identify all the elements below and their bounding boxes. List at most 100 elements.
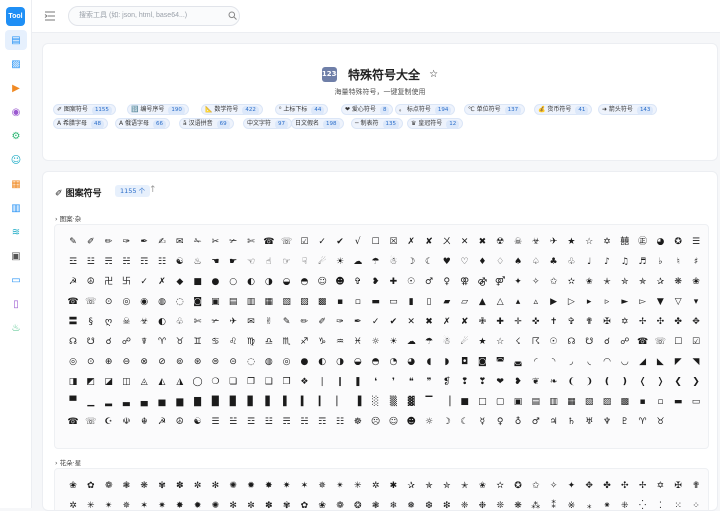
- symbol-cell[interactable]: ✌: [261, 314, 277, 330]
- symbol-cell[interactable]: ✻: [207, 478, 223, 494]
- symbol-cell[interactable]: ☈: [528, 334, 544, 350]
- symbol-cell[interactable]: ■: [457, 394, 473, 410]
- symbol-cell[interactable]: ▯: [421, 294, 437, 310]
- symbol-cell[interactable]: ☾: [421, 254, 437, 270]
- symbol-cell[interactable]: ▔: [421, 394, 437, 410]
- symbol-cell[interactable]: ⊝: [225, 354, 241, 370]
- symbol-cell[interactable]: ♐: [296, 334, 312, 350]
- symbol-cell[interactable]: ☻: [403, 414, 419, 430]
- category-tag[interactable]: 💰 货币符号41: [534, 104, 592, 115]
- symbol-cell[interactable]: ☞: [279, 254, 295, 270]
- symbol-cell[interactable]: ☫: [118, 414, 134, 430]
- symbol-cell[interactable]: ▇: [190, 394, 206, 410]
- symbol-cell[interactable]: ✿: [83, 478, 99, 494]
- symbol-cell[interactable]: ☬: [136, 414, 152, 430]
- symbol-cell[interactable]: ▅: [154, 394, 170, 410]
- symbol-cell[interactable]: ✕: [457, 234, 473, 250]
- symbol-cell[interactable]: ◡: [617, 354, 633, 370]
- symbol-cell[interactable]: ✓: [136, 274, 152, 290]
- symbol-cell[interactable]: □: [474, 394, 490, 410]
- symbol-cell[interactable]: ♉: [172, 334, 188, 350]
- symbol-cell[interactable]: ▪: [635, 394, 651, 410]
- symbol-cell[interactable]: ☉: [546, 334, 562, 350]
- symbol-cell[interactable]: ✖: [421, 314, 437, 330]
- symbol-cell[interactable]: ☟: [296, 254, 312, 270]
- symbol-cell[interactable]: ✷: [279, 478, 295, 494]
- symbol-cell[interactable]: ❭: [652, 374, 668, 390]
- symbol-cell[interactable]: ⚤: [492, 274, 508, 290]
- symbol-cell[interactable]: ⁂: [528, 498, 544, 511]
- symbol-cell[interactable]: ▥: [243, 294, 259, 310]
- symbol-cell[interactable]: §: [83, 314, 99, 330]
- symbol-cell[interactable]: ❉: [474, 498, 490, 511]
- symbol-cell[interactable]: ✱: [385, 478, 401, 494]
- symbol-cell[interactable]: ⁎: [581, 498, 597, 511]
- symbol-cell[interactable]: ✥: [581, 478, 597, 494]
- symbol-cell[interactable]: ✖: [474, 234, 490, 250]
- symbol-cell[interactable]: ✉: [172, 234, 188, 250]
- arrow-up-icon[interactable]: ↑: [149, 185, 157, 195]
- symbol-cell[interactable]: ❡: [439, 374, 455, 390]
- symbol-cell[interactable]: ✦: [510, 274, 526, 290]
- symbol-cell[interactable]: ✓: [314, 234, 330, 250]
- symbol-cell[interactable]: ◐: [314, 354, 330, 370]
- symbol-cell[interactable]: ▭: [688, 394, 704, 410]
- symbol-cell[interactable]: ☒: [385, 234, 401, 250]
- symbol-cell[interactable]: ☻: [332, 274, 348, 290]
- symbol-cell[interactable]: ❆: [421, 498, 437, 511]
- symbol-cell[interactable]: ◥: [688, 354, 704, 370]
- symbol-cell[interactable]: ▤: [528, 394, 544, 410]
- sidebar-item-terminal[interactable]: ▭: [5, 270, 27, 290]
- symbol-cell[interactable]: ✹: [243, 478, 259, 494]
- symbol-cell[interactable]: ◔: [385, 354, 401, 370]
- category-tag[interactable]: ā 汉语拼音69: [179, 118, 234, 129]
- symbol-cell[interactable]: ◖: [421, 354, 437, 370]
- symbol-cell[interactable]: ✗: [154, 274, 170, 290]
- symbol-cell[interactable]: ▪: [332, 294, 348, 310]
- symbol-cell[interactable]: ✴: [101, 498, 117, 511]
- symbol-cell[interactable]: ☲: [65, 254, 81, 270]
- symbol-cell[interactable]: ♠: [510, 254, 526, 270]
- symbol-cell[interactable]: ●: [207, 274, 223, 290]
- symbol-cell[interactable]: ❑: [261, 374, 277, 390]
- symbol-cell[interactable]: ❥: [368, 274, 384, 290]
- symbol-cell[interactable]: ☌: [101, 334, 117, 350]
- symbol-cell[interactable]: ❐: [243, 374, 259, 390]
- symbol-cell[interactable]: ⁙: [670, 498, 686, 511]
- category-tag[interactable]: 🔢 编号序号190: [127, 104, 189, 115]
- symbol-cell[interactable]: ✟: [688, 478, 704, 494]
- symbol-cell[interactable]: ▁: [83, 394, 99, 410]
- symbol-cell[interactable]: ❘: [314, 374, 330, 390]
- symbol-cell[interactable]: √: [350, 234, 366, 250]
- symbol-cell[interactable]: ☣: [528, 234, 544, 250]
- symbol-cell[interactable]: ❪: [599, 374, 615, 390]
- symbol-cell[interactable]: ❋: [670, 274, 686, 290]
- symbol-cell[interactable]: ☍: [118, 334, 134, 350]
- category-tag[interactable]: 中文字符97: [243, 118, 292, 129]
- symbol-cell[interactable]: ☳: [83, 254, 99, 270]
- symbol-cell[interactable]: ☏: [279, 234, 295, 250]
- symbol-cell[interactable]: ✄: [190, 314, 206, 330]
- symbol-cell[interactable]: ☤: [136, 334, 152, 350]
- symbol-cell[interactable]: ▄: [136, 394, 152, 410]
- symbol-cell[interactable]: ❅: [403, 498, 419, 511]
- symbol-cell[interactable]: ◕: [652, 234, 668, 250]
- symbol-cell[interactable]: ⊙: [83, 354, 99, 370]
- symbol-cell[interactable]: ❯: [688, 374, 704, 390]
- symbol-cell[interactable]: ❈: [457, 498, 473, 511]
- symbol-cell[interactable]: ✯: [635, 274, 651, 290]
- symbol-cell[interactable]: ⁚: [652, 498, 668, 511]
- symbol-cell[interactable]: ☸: [350, 414, 366, 430]
- symbol-cell[interactable]: ▒: [385, 394, 401, 410]
- symbol-cell[interactable]: ❞: [421, 374, 437, 390]
- symbol-cell[interactable]: ❀: [688, 274, 704, 290]
- symbol-cell[interactable]: ▥: [546, 394, 562, 410]
- symbol-cell[interactable]: ◑: [261, 274, 277, 290]
- symbol-cell[interactable]: ✡: [617, 314, 633, 330]
- symbol-cell[interactable]: ❂: [350, 498, 366, 511]
- symbol-cell[interactable]: ❚: [350, 374, 366, 390]
- symbol-cell[interactable]: ◎: [279, 354, 295, 370]
- symbol-cell[interactable]: ♮: [670, 254, 686, 270]
- symbol-cell[interactable]: ✺: [207, 498, 223, 511]
- symbol-cell[interactable]: ✤: [599, 478, 615, 494]
